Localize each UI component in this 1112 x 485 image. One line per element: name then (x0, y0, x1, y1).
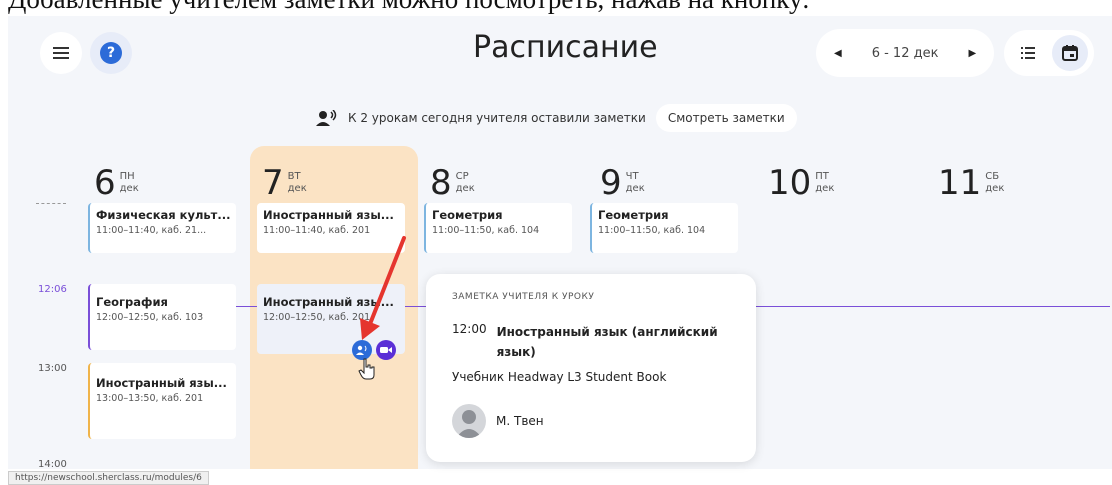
notice-text: К 2 урокам сегодня учителя оставили заме… (348, 111, 646, 125)
day-number: 7 (262, 163, 284, 203)
day-number: 11 (938, 163, 982, 203)
teacher-note-icon (356, 345, 367, 355)
hand-cursor-icon (358, 358, 375, 380)
day-month: дек (815, 183, 835, 194)
calendar-icon (1062, 45, 1078, 61)
day-number: 6 (94, 163, 116, 203)
lesson-info: 11:00–11:40, каб. 21... (96, 225, 207, 236)
lesson-name: Геометрия (598, 208, 669, 222)
speaking-person-icon (316, 110, 337, 126)
notes-notice: К 2 урокам сегодня учителя оставили заме… (316, 104, 797, 132)
list-icon (1021, 47, 1035, 59)
help-button[interactable]: ? (90, 32, 132, 74)
day-month: дек (287, 183, 307, 194)
day-of-week: ЧТ (625, 171, 639, 182)
user-silhouette-icon (456, 410, 482, 438)
day-of-week: ПТ (815, 171, 829, 182)
video-camera-icon (380, 347, 392, 353)
day-month: дек (455, 183, 475, 194)
day-number: 9 (600, 163, 622, 203)
popup-label: ЗАМЕТКА УЧИТЕЛЯ К УРОКУ (452, 292, 595, 302)
popup-lesson-time: 12:00 (452, 322, 487, 336)
day-of-week: ВТ (287, 171, 301, 182)
view-switcher (1004, 30, 1094, 76)
day-number: 10 (768, 163, 812, 203)
popup-lesson-name: Иностранный язык (английский язык) (496, 325, 718, 359)
time-marker-1100 (36, 203, 66, 204)
lesson-info: 13:00–13:50, каб. 201 (96, 393, 204, 404)
day-month: дек (119, 183, 139, 194)
lesson-info: 11:00–11:50, каб. 104 (432, 225, 540, 236)
day-month: дек (985, 183, 1005, 194)
lesson-name: Геометрия (432, 208, 503, 222)
prev-week-icon[interactable]: ◀ (834, 48, 842, 59)
view-notes-button[interactable]: Смотреть заметки (655, 104, 797, 132)
lesson-name: География (96, 295, 168, 309)
popup-note-text: Учебник Headway L3 Student Book (452, 370, 667, 384)
day-of-week: СР (455, 171, 469, 182)
day-of-week: СБ (985, 171, 1000, 182)
lesson-name: Физическая культ... (96, 208, 231, 222)
day-month: дек (625, 183, 645, 194)
day-of-week: ПН (119, 171, 135, 182)
lesson-info: 12:00–12:50, каб. 103 (96, 312, 204, 323)
lesson-card[interactable]: География 12:00–12:50, каб. 103 (88, 284, 236, 350)
lesson-card[interactable]: Геометрия 11:00–11:50, каб. 104 (424, 203, 572, 253)
popup-lesson: 12:00 Иностранный язык (английский язык) (452, 322, 730, 362)
browser-status-url: https://newschool.sherclass.ru/modules/6 (8, 471, 209, 485)
calendar-view-button[interactable] (1052, 35, 1088, 71)
lesson-name: Иностранный язы... (96, 376, 227, 390)
red-arrow-icon (360, 236, 406, 340)
day-number: 8 (430, 163, 452, 203)
question-icon: ? (100, 42, 122, 64)
day-header-thu: 9 ЧТ дек (600, 166, 645, 200)
popup-teacher: М. Твен (452, 404, 730, 438)
lesson-card[interactable]: Физическая культ... 11:00–11:40, каб. 21… (88, 203, 236, 253)
day-header-tue: 7 ВТ дек (262, 166, 307, 200)
video-lesson-button[interactable] (376, 340, 396, 360)
list-view-button[interactable] (1010, 35, 1046, 71)
current-time-label: 12:06 (38, 284, 67, 295)
hamburger-icon (53, 47, 69, 59)
teacher-note-button[interactable] (352, 340, 372, 360)
day-header-mon: 6 ПН дек (94, 166, 139, 200)
lesson-info: 11:00–11:50, каб. 104 (598, 225, 706, 236)
day-header-fri: 10 ПТ дек (768, 166, 834, 200)
lesson-card[interactable]: Иностранный язы... 13:00–13:50, каб. 201 (88, 363, 236, 439)
day-header-wed: 8 СР дек (430, 166, 475, 200)
page-title: Расписание (473, 30, 658, 65)
day-header-sat: 11 СБ дек (938, 166, 1004, 200)
week-switcher: ◀ 6 - 12 дек ▶ (816, 29, 995, 77)
lesson-card[interactable]: Геометрия 11:00–11:50, каб. 104 (590, 203, 738, 253)
teacher-name: М. Твен (496, 414, 544, 428)
next-week-icon[interactable]: ▶ (968, 48, 976, 59)
avatar (452, 404, 486, 438)
week-range-label: 6 - 12 дек (871, 45, 939, 61)
time-label-1300: 13:00 (38, 363, 67, 374)
schedule-app: ? Расписание ◀ 6 - 12 дек ▶ К 2 урокам с… (8, 16, 1112, 485)
time-label-1400: 14:00 (38, 459, 67, 470)
teacher-note-popup: ЗАМЕТКА УЧИТЕЛЯ К УРОКУ 12:00 Иностранны… (426, 274, 756, 462)
menu-button[interactable] (40, 32, 82, 74)
tutorial-caption: Добавленные учителем заметки можно посмо… (8, 0, 810, 15)
lesson-name: Иностранный язы... (263, 208, 394, 222)
